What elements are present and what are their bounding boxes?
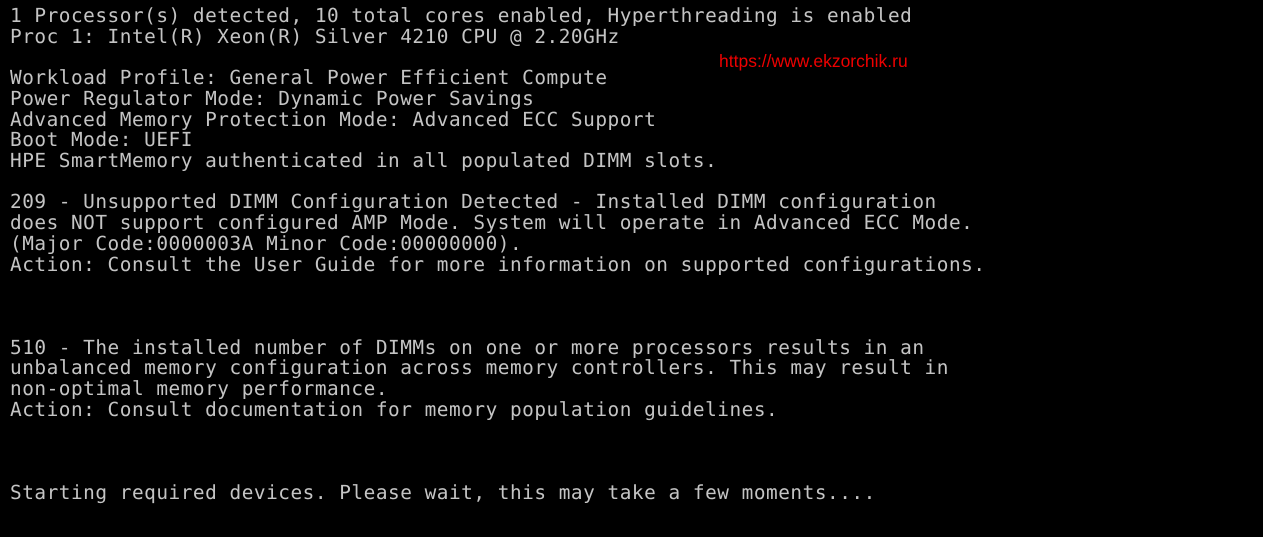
site-watermark: https://www.ekzorchik.ru (719, 51, 908, 71)
post-console-output: 1 Processor(s) detected, 10 total cores … (10, 4, 986, 504)
post-console-screen: 1 Processor(s) detected, 10 total cores … (0, 0, 1263, 537)
